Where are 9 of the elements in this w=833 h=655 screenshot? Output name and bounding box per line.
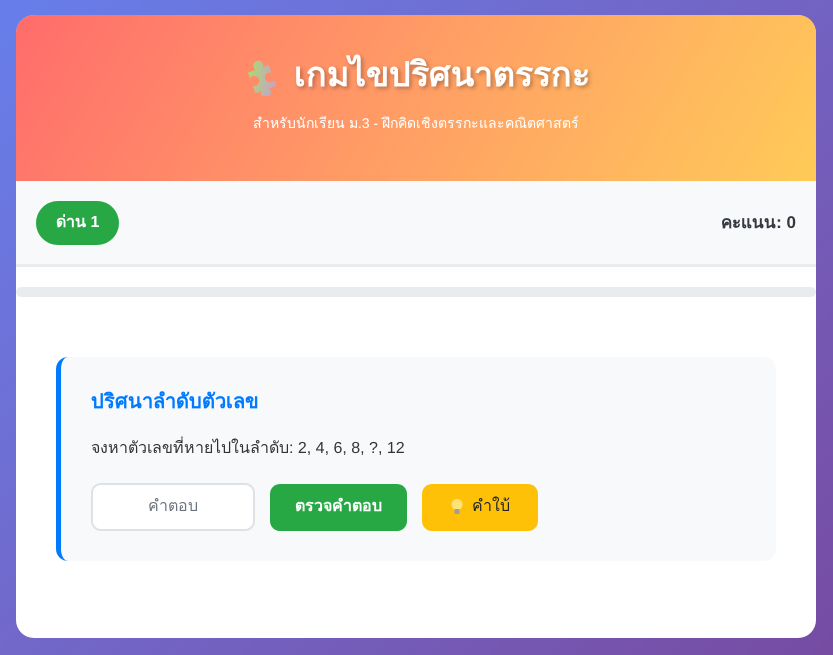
question-text: จงหาตัวเลขที่หายไปในลำดับ: 2, 4, 6, 8, ?, 12 [91,437,746,461]
level-badge: ด่าน 1 [36,200,120,244]
subtitle: สำหรับนักเรียน ม.3 - ฝึกคิดเชิงตรรกะและคณิตศาสตร์ [252,114,579,133]
answer-field[interactable]: คำตอบ [91,483,255,531]
game-title: เกมไขปริศนาตรรกะ [294,54,590,96]
hint-button[interactable]: คำใบ้ [422,484,538,530]
puzzle-title: ปริศนาลำดับตัวเลข [91,390,260,415]
score-text: คะแนน: 0 [721,212,796,234]
lightbulb-icon [450,498,464,516]
